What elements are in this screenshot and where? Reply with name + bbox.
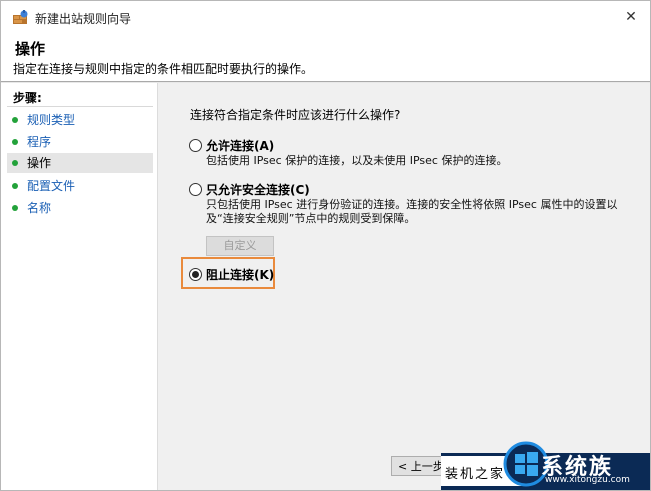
wizard-window: 新建出站规则向导 ✕ 操作 指定在连接与规则中指定的条件相匹配时要执行的操作。 … (0, 0, 651, 491)
close-button[interactable]: ✕ (620, 7, 642, 27)
option-allow-secure-connection[interactable]: 只允许安全连接(C) 只包括使用 IPsec 进行身份验证的连接。连接的安全性将… (186, 181, 617, 229)
page-title: 操作 (15, 40, 46, 58)
step-item-name[interactable]: 名称 (7, 198, 153, 218)
step-label: 配置文件 (27, 179, 76, 193)
customize-button[interactable]: 自定义 (206, 236, 274, 256)
step-label: 规则类型 (27, 113, 76, 127)
step-bullet-icon (12, 139, 18, 145)
step-label: 操作 (27, 156, 52, 170)
step-label: 名称 (27, 201, 52, 215)
action-question: 连接符合指定条件时应该进行什么操作? (190, 108, 401, 122)
firewall-app-icon (13, 10, 28, 24)
step-item-rule-type[interactable]: 规则类型 (7, 110, 153, 130)
watermark-url: www.xitongzu.com (545, 475, 630, 485)
step-item-program[interactable]: 程序 (7, 132, 153, 152)
step-bullet-icon (12, 117, 18, 123)
content-pane: 连接符合指定条件时应该进行什么操作? 允许连接(A) 包括使用 IPsec 保护… (158, 83, 650, 490)
option-label: 阻止连接(K) (206, 268, 275, 282)
watermark: 装机之家 系统族 www.xitongzu.com (441, 441, 650, 490)
option-label: 只允许安全连接(C) (206, 183, 310, 197)
title-bar: 新建出站规则向导 ✕ (1, 1, 650, 33)
step-item-action[interactable]: 操作 (7, 153, 153, 173)
block-radio[interactable] (189, 268, 202, 281)
steps-heading-divider (7, 106, 153, 107)
option-label: 允许连接(A) (206, 139, 275, 153)
steps-pane: 步骤: 规则类型 程序 操作 配置文件 名称 (1, 83, 158, 490)
option-allow-connection[interactable]: 允许连接(A) 包括使用 IPsec 保护的连接，以及未使用 IPsec 保护的… (186, 137, 616, 171)
secure-radio[interactable] (189, 183, 202, 196)
step-item-profile[interactable]: 配置文件 (7, 176, 153, 196)
watermark-text: 装机之家 (445, 467, 506, 482)
page-subtitle: 指定在连接与规则中指定的条件相匹配时要执行的操作。 (13, 62, 314, 76)
step-bullet-icon (12, 183, 18, 189)
step-bullet-icon (12, 160, 18, 166)
option-description: 包括使用 IPsec 保护的连接，以及未使用 IPsec 保护的连接。 (206, 154, 508, 167)
option-block-connection[interactable]: 阻止连接(K) (186, 266, 616, 284)
step-label: 程序 (27, 135, 52, 149)
close-icon: ✕ (625, 9, 637, 25)
steps-heading: 步骤: (13, 91, 42, 105)
window-title: 新建出站规则向导 (35, 12, 132, 26)
option-description: 只包括使用 IPsec 进行身份验证的连接。连接的安全性将依照 IPsec 属性… (206, 198, 618, 225)
allow-radio[interactable] (189, 139, 202, 152)
step-bullet-icon (12, 205, 18, 211)
